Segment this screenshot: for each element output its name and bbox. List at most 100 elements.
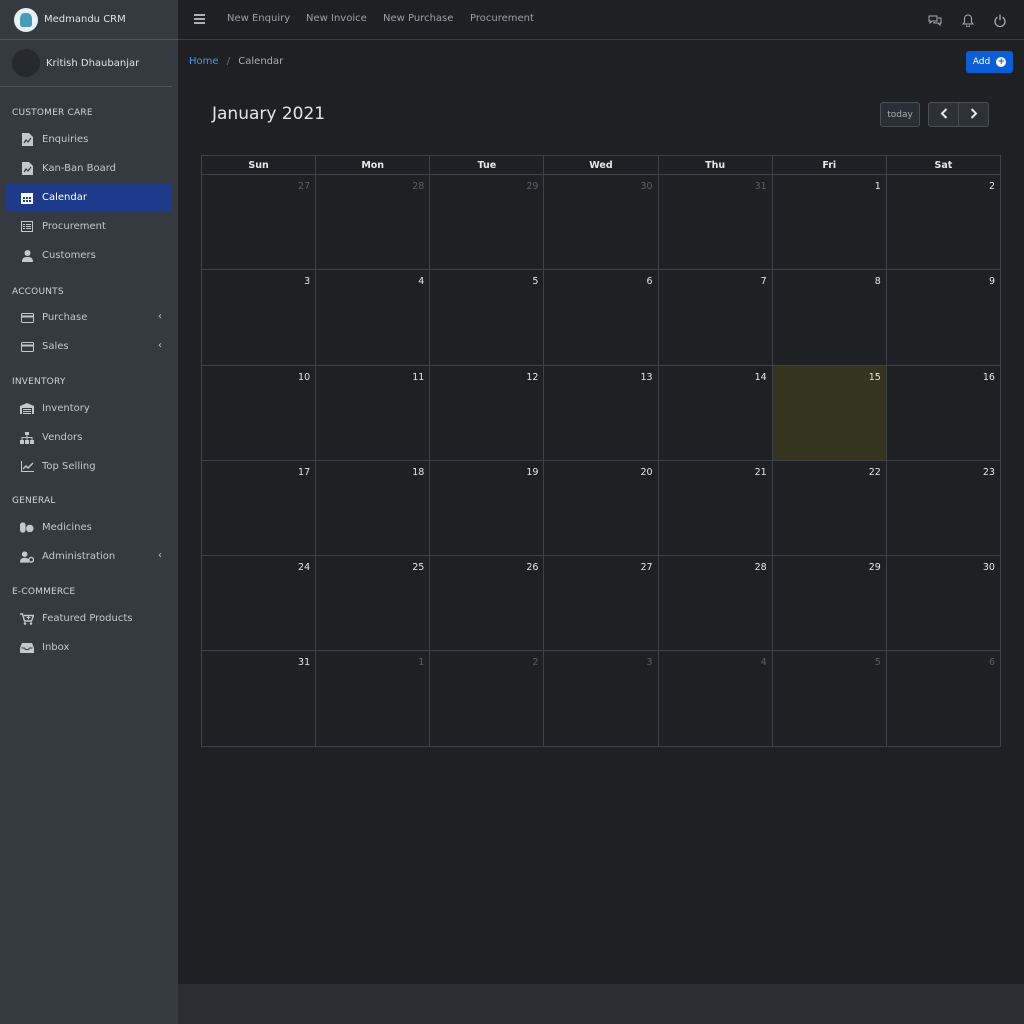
calendar-day-cell[interactable]: 25 — [316, 556, 431, 651]
calendar-day-cell[interactable]: 8 — [773, 270, 887, 365]
day-number[interactable]: 6 — [989, 657, 995, 668]
sidebar-item-top-selling[interactable]: Top Selling — [6, 453, 172, 480]
day-number[interactable]: 17 — [298, 467, 310, 478]
menu-toggle-icon[interactable] — [194, 14, 205, 26]
sidebar-item-featured-products[interactable]: Featured Products — [6, 605, 172, 632]
day-number[interactable]: 5 — [532, 276, 538, 287]
day-number[interactable]: 30 — [983, 562, 995, 573]
day-number[interactable]: 26 — [526, 562, 538, 573]
comments-icon[interactable] — [928, 12, 942, 27]
day-number[interactable]: 10 — [298, 372, 310, 383]
day-number[interactable]: 9 — [989, 276, 995, 287]
calendar-day-cell[interactable]: 13 — [544, 365, 659, 460]
sidebar-item-medicines[interactable]: Medicines — [6, 514, 172, 541]
calendar-day-cell[interactable]: 7 — [659, 270, 773, 365]
day-number[interactable]: 6 — [647, 276, 653, 287]
day-number[interactable]: 20 — [640, 467, 652, 478]
day-number[interactable]: 23 — [983, 467, 995, 478]
day-number[interactable]: 29 — [869, 562, 881, 573]
calendar-day-cell[interactable]: 30 — [887, 556, 1000, 650]
calendar-day-cell[interactable]: 2 — [430, 651, 545, 747]
calendar-day-cell[interactable]: 26 — [430, 556, 545, 651]
calendar-day-cell[interactable]: 31 — [202, 651, 317, 747]
calendar-day-cell[interactable]: 5 — [773, 651, 887, 747]
day-number[interactable]: 13 — [640, 372, 652, 383]
sidebar-item-administration[interactable]: Administration ‹ — [6, 543, 172, 570]
sidebar-item-purchase[interactable]: Purchase ‹ — [6, 304, 172, 331]
day-number[interactable]: 27 — [640, 562, 652, 573]
calendar-day-cell[interactable]: 18 — [316, 460, 431, 556]
sidebar-item-inventory[interactable]: Inventory — [6, 395, 172, 422]
calendar-day-cell[interactable]: 19 — [430, 460, 545, 556]
user-panel[interactable]: Kritish Dhaubanjar — [0, 40, 172, 87]
calendar-day-cell[interactable]: 6 — [544, 270, 659, 365]
calendar-day-cell[interactable]: 28 — [659, 556, 773, 651]
day-number[interactable]: 21 — [755, 467, 767, 478]
calendar-day-cell[interactable]: 23 — [887, 461, 1000, 555]
day-number[interactable]: 12 — [526, 372, 538, 383]
sidebar-item-sales[interactable]: Sales ‹ — [6, 333, 172, 360]
day-number[interactable]: 31 — [298, 657, 310, 668]
calendar-day-cell[interactable]: 3 — [544, 651, 659, 747]
sidebar-item-calendar[interactable]: Calendar — [6, 184, 172, 211]
calendar-day-cell[interactable]: 11 — [316, 365, 431, 460]
sidebar-item-kanban[interactable]: Kan-Ban Board — [6, 155, 172, 182]
calendar-day-cell[interactable]: 30 — [544, 175, 659, 270]
day-number[interactable]: 4 — [761, 657, 767, 668]
calendar-day-cell[interactable]: 4 — [316, 270, 431, 365]
calendar-day-cell[interactable]: 24 — [202, 556, 317, 651]
calendar-day-cell[interactable]: 28 — [316, 175, 431, 270]
calendar-day-cell[interactable]: 6 — [887, 651, 1000, 746]
calendar-day-cell[interactable]: 14 — [659, 365, 773, 460]
day-number[interactable]: 18 — [412, 467, 424, 478]
day-number[interactable]: 8 — [875, 276, 881, 287]
nav-link-new-invoice[interactable]: New Invoice — [306, 13, 367, 24]
today-button[interactable]: today — [880, 102, 920, 127]
sidebar-item-inbox[interactable]: Inbox — [6, 634, 172, 661]
add-button[interactable]: Add + — [966, 51, 1013, 73]
day-number[interactable]: 7 — [761, 276, 767, 287]
breadcrumb-home-link[interactable]: Home — [189, 56, 219, 67]
calendar-day-cell[interactable]: 27 — [202, 175, 317, 270]
day-number[interactable]: 1 — [875, 181, 881, 192]
calendar-day-cell[interactable]: 31 — [659, 175, 773, 270]
day-number[interactable]: 25 — [412, 562, 424, 573]
day-number[interactable]: 1 — [418, 657, 424, 668]
day-number[interactable]: 19 — [526, 467, 538, 478]
calendar-day-cell[interactable]: 3 — [202, 270, 317, 365]
calendar-day-cell[interactable]: 10 — [202, 365, 317, 460]
day-number[interactable]: 2 — [989, 181, 995, 192]
day-number[interactable]: 11 — [412, 372, 424, 383]
calendar-day-cell[interactable]: 22 — [773, 460, 887, 556]
calendar-day-cell[interactable]: 17 — [202, 460, 317, 556]
day-number[interactable]: 30 — [640, 181, 652, 192]
day-number[interactable]: 5 — [875, 657, 881, 668]
next-month-button[interactable] — [958, 102, 989, 127]
day-number[interactable]: 3 — [647, 657, 653, 668]
day-number[interactable]: 15 — [869, 372, 881, 383]
day-number[interactable]: 14 — [755, 372, 767, 383]
nav-link-new-purchase[interactable]: New Purchase — [383, 13, 453, 24]
calendar-day-cell[interactable]: 5 — [430, 270, 545, 365]
brand-link[interactable]: Medmandu CRM — [0, 0, 178, 40]
calendar-day-cell[interactable]: 21 — [659, 460, 773, 556]
calendar-day-cell[interactable]: 1 — [773, 175, 887, 270]
calendar-day-cell[interactable]: 4 — [659, 651, 773, 747]
calendar-day-cell[interactable]: 2 — [887, 175, 1000, 269]
bell-icon[interactable] — [962, 12, 976, 28]
calendar-day-cell-today[interactable]: 15 — [772, 365, 887, 460]
day-number[interactable]: 27 — [298, 181, 310, 192]
day-number[interactable]: 2 — [532, 657, 538, 668]
day-number[interactable]: 31 — [755, 181, 767, 192]
sidebar-item-procurement[interactable]: Procurement — [6, 213, 172, 240]
calendar-day-cell[interactable]: 12 — [430, 365, 545, 460]
day-number[interactable]: 3 — [304, 276, 310, 287]
sidebar-item-enquiries[interactable]: Enquiries — [6, 126, 172, 153]
day-number[interactable]: 24 — [298, 562, 310, 573]
nav-link-procurement[interactable]: Procurement — [470, 13, 534, 24]
sidebar-item-vendors[interactable]: Vendors — [6, 424, 172, 451]
calendar-day-cell[interactable]: 9 — [887, 270, 1000, 364]
day-number[interactable]: 28 — [412, 181, 424, 192]
day-number[interactable]: 22 — [869, 467, 881, 478]
sidebar-item-customers[interactable]: Customers — [6, 242, 172, 269]
